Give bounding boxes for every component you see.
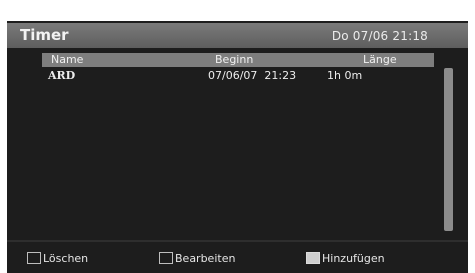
table-row[interactable]: ARD 07/06/07 21:23 1h 0m	[42, 68, 434, 84]
column-header-length: Länge	[363, 53, 397, 66]
add-label: Hinzufügen	[322, 251, 385, 265]
title-bar: Timer Do 07/06 21:18	[7, 23, 468, 48]
edit-button[interactable]: Bearbeiten	[159, 251, 235, 265]
add-button[interactable]: Hinzufügen	[306, 251, 385, 265]
page-title: Timer	[20, 26, 69, 44]
edit-label: Bearbeiten	[175, 251, 236, 265]
table-header: Name Beginn Länge	[42, 53, 434, 67]
scrollbar[interactable]	[444, 68, 453, 231]
color-key-icon	[27, 252, 41, 264]
delete-button[interactable]: Löschen	[27, 251, 88, 265]
timer-begin: 07/06/07 21:23	[208, 69, 297, 82]
color-key-icon	[306, 252, 320, 264]
column-header-begin: Beginn	[215, 53, 254, 66]
timer-screen: Timer Do 07/06 21:18 Name Beginn Länge A…	[7, 21, 468, 273]
timer-length: 1h 0m	[327, 69, 363, 82]
column-header-name: Name	[51, 53, 84, 66]
footer-divider	[7, 240, 468, 242]
delete-label: Löschen	[43, 251, 89, 265]
current-datetime: Do 07/06 21:18	[331, 29, 428, 43]
timer-name: ARD	[48, 69, 76, 82]
color-key-icon	[159, 252, 173, 264]
footer-bar: Löschen Bearbeiten Hinzufügen	[7, 243, 468, 273]
